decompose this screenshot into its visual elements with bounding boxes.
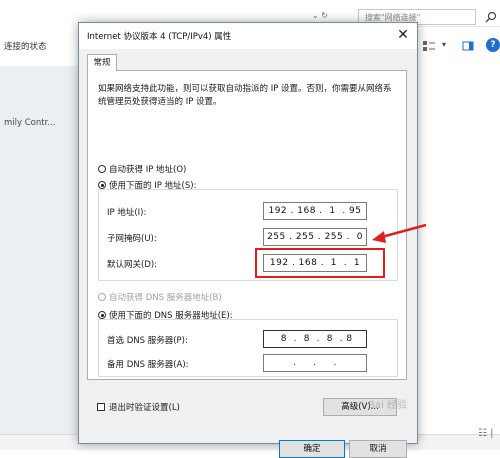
annotation-arrow-icon	[372, 223, 427, 243]
tab-general[interactable]: 常规	[87, 54, 117, 71]
watermark-logo: Bai 经验	[368, 400, 407, 411]
